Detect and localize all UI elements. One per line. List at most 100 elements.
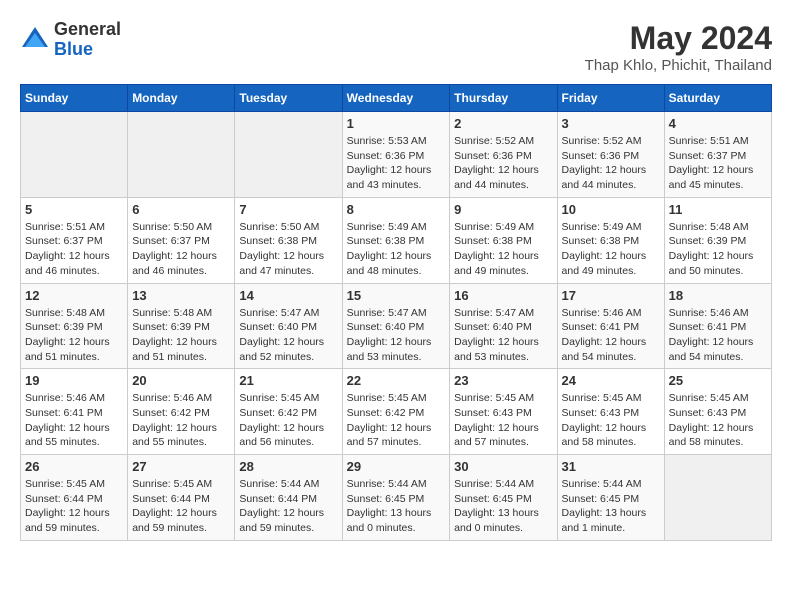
day-number: 10 [562,202,660,217]
calendar-cell: 28 Sunrise: 5:44 AMSunset: 6:44 PMDayligh… [235,455,342,541]
calendar-cell: 26Sunrise: 5:45 AMSunset: 6:44 PMDayligh… [21,455,128,541]
day-number: 3 [562,116,660,131]
week-row-1: 1 Sunrise: 5:53 AMSunset: 6:36 PMDaylight… [21,112,772,198]
day-number: 28 [239,459,337,474]
calendar: SundayMondayTuesdayWednesdayThursdayFrid… [20,84,772,541]
calendar-cell: 17 Sunrise: 5:46 AMSunset: 6:41 PMDayligh… [557,283,664,369]
title-block: May 2024 Thap Khlo, Phichit, Thailand [585,20,772,74]
location: Thap Khlo, Phichit, Thailand [585,57,772,74]
calendar-cell [128,112,235,198]
calendar-cell: 25Sunrise: 5:45 AMSunset: 6:43 PMDayligh… [664,369,771,455]
calendar-cell: 20 Sunrise: 5:46 AMSunset: 6:42 PMDayligh… [128,369,235,455]
day-number: 6 [132,202,230,217]
weekday-header-wednesday: Wednesday [342,85,450,112]
calendar-cell: 27 Sunrise: 5:45 AMSunset: 6:44 PMDayligh… [128,455,235,541]
calendar-cell: 24 Sunrise: 5:45 AMSunset: 6:43 PMDayligh… [557,369,664,455]
day-number: 25 [669,373,767,388]
day-number: 22 [347,373,446,388]
day-info: Sunrise: 5:52 AMSunset: 6:36 PMDaylight:… [454,134,552,193]
day-number: 29 [347,459,446,474]
weekday-header-row: SundayMondayTuesdayWednesdayThursdayFrid… [21,85,772,112]
day-info: Sunrise: 5:45 AMSunset: 6:43 PMDaylight:… [562,391,660,450]
calendar-cell: 2 Sunrise: 5:52 AMSunset: 6:36 PMDaylight… [450,112,557,198]
calendar-cell: 23Sunrise: 5:45 AMSunset: 6:43 PMDayligh… [450,369,557,455]
day-info: Sunrise: 5:49 AMSunset: 6:38 PMDaylight:… [347,220,446,279]
day-number: 17 [562,288,660,303]
day-info: Sunrise: 5:44 AMSunset: 6:45 PMDaylight:… [454,477,552,536]
day-info: Sunrise: 5:45 AMSunset: 6:43 PMDaylight:… [454,391,552,450]
calendar-cell: 5 Sunrise: 5:51 AMSunset: 6:37 PMDaylight… [21,197,128,283]
day-info: Sunrise: 5:48 AMSunset: 6:39 PMDaylight:… [132,306,230,365]
calendar-cell: 16 Sunrise: 5:47 AMSunset: 6:40 PMDayligh… [450,283,557,369]
calendar-cell: 21 Sunrise: 5:45 AMSunset: 6:42 PMDayligh… [235,369,342,455]
calendar-cell: 30 Sunrise: 5:44 AMSunset: 6:45 PMDayligh… [450,455,557,541]
calendar-cell: 22 Sunrise: 5:45 AMSunset: 6:42 PMDayligh… [342,369,450,455]
day-number: 1 [347,116,446,131]
day-info: Sunrise: 5:52 AMSunset: 6:36 PMDaylight:… [562,134,660,193]
day-info: Sunrise: 5:44 AMSunset: 6:44 PMDaylight:… [239,477,337,536]
calendar-cell [235,112,342,198]
calendar-cell: 29 Sunrise: 5:44 AMSunset: 6:45 PMDayligh… [342,455,450,541]
day-number: 15 [347,288,446,303]
calendar-cell: 1 Sunrise: 5:53 AMSunset: 6:36 PMDaylight… [342,112,450,198]
day-number: 21 [239,373,337,388]
weekday-header-thursday: Thursday [450,85,557,112]
day-info: Sunrise: 5:47 AMSunset: 6:40 PMDaylight:… [347,306,446,365]
day-number: 27 [132,459,230,474]
day-number: 11 [669,202,767,217]
day-info: Sunrise: 5:50 AMSunset: 6:37 PMDaylight:… [132,220,230,279]
day-number: 4 [669,116,767,131]
day-number: 13 [132,288,230,303]
calendar-cell: 31Sunrise: 5:44 AMSunset: 6:45 PMDayligh… [557,455,664,541]
calendar-cell [664,455,771,541]
calendar-cell: 15 Sunrise: 5:47 AMSunset: 6:40 PMDayligh… [342,283,450,369]
day-info: Sunrise: 5:47 AMSunset: 6:40 PMDaylight:… [454,306,552,365]
day-info: Sunrise: 5:49 AMSunset: 6:38 PMDaylight:… [454,220,552,279]
day-number: 16 [454,288,552,303]
weekday-header-friday: Friday [557,85,664,112]
day-info: Sunrise: 5:47 AMSunset: 6:40 PMDaylight:… [239,306,337,365]
day-number: 9 [454,202,552,217]
day-info: Sunrise: 5:46 AMSunset: 6:42 PMDaylight:… [132,391,230,450]
day-number: 18 [669,288,767,303]
day-number: 12 [25,288,123,303]
day-number: 7 [239,202,337,217]
weekday-header-tuesday: Tuesday [235,85,342,112]
calendar-cell: 18 Sunrise: 5:46 AMSunset: 6:41 PMDayligh… [664,283,771,369]
day-info: Sunrise: 5:45 AMSunset: 6:44 PMDaylight:… [132,477,230,536]
weekday-header-monday: Monday [128,85,235,112]
day-number: 5 [25,202,123,217]
day-number: 14 [239,288,337,303]
calendar-cell: 4 Sunrise: 5:51 AMSunset: 6:37 PMDaylight… [664,112,771,198]
day-info: Sunrise: 5:44 AMSunset: 6:45 PMDaylight:… [562,477,660,536]
day-info: Sunrise: 5:45 AMSunset: 6:42 PMDaylight:… [239,391,337,450]
logo-text: General Blue [54,20,121,60]
calendar-cell: 10 Sunrise: 5:49 AMSunset: 6:38 PMDayligh… [557,197,664,283]
day-number: 24 [562,373,660,388]
calendar-cell: 7Sunrise: 5:50 AMSunset: 6:38 PMDaylight… [235,197,342,283]
week-row-2: 5 Sunrise: 5:51 AMSunset: 6:37 PMDaylight… [21,197,772,283]
day-number: 8 [347,202,446,217]
day-info: Sunrise: 5:51 AMSunset: 6:37 PMDaylight:… [25,220,123,279]
calendar-cell: 9 Sunrise: 5:49 AMSunset: 6:38 PMDaylight… [450,197,557,283]
weekday-header-saturday: Saturday [664,85,771,112]
calendar-cell: 11Sunrise: 5:48 AMSunset: 6:39 PMDayligh… [664,197,771,283]
calendar-cell [21,112,128,198]
day-info: Sunrise: 5:46 AMSunset: 6:41 PMDaylight:… [562,306,660,365]
logo: General Blue [20,20,121,60]
calendar-cell: 13 Sunrise: 5:48 AMSunset: 6:39 PMDayligh… [128,283,235,369]
page-header: General Blue May 2024 Thap Khlo, Phichit… [20,20,772,74]
day-number: 2 [454,116,552,131]
day-info: Sunrise: 5:51 AMSunset: 6:37 PMDaylight:… [669,134,767,193]
day-info: Sunrise: 5:44 AMSunset: 6:45 PMDaylight:… [347,477,446,536]
day-number: 30 [454,459,552,474]
week-row-5: 26 Sunrise: 5:45 AMSunset: 6:44 PMDayligh… [21,455,772,541]
day-info: Sunrise: 5:49 AMSunset: 6:38 PMDaylight:… [562,220,660,279]
day-info: Sunrise: 5:46 AMSunset: 6:41 PMDaylight:… [25,391,123,450]
day-number: 20 [132,373,230,388]
month-title: May 2024 [585,20,772,57]
day-info: Sunrise: 5:53 AMSunset: 6:36 PMDaylight:… [347,134,446,193]
day-number: 26 [25,459,123,474]
day-info: Sunrise: 5:46 AMSunset: 6:41 PMDaylight:… [669,306,767,365]
day-info: Sunrise: 5:45 AMSunset: 6:42 PMDaylight:… [347,391,446,450]
